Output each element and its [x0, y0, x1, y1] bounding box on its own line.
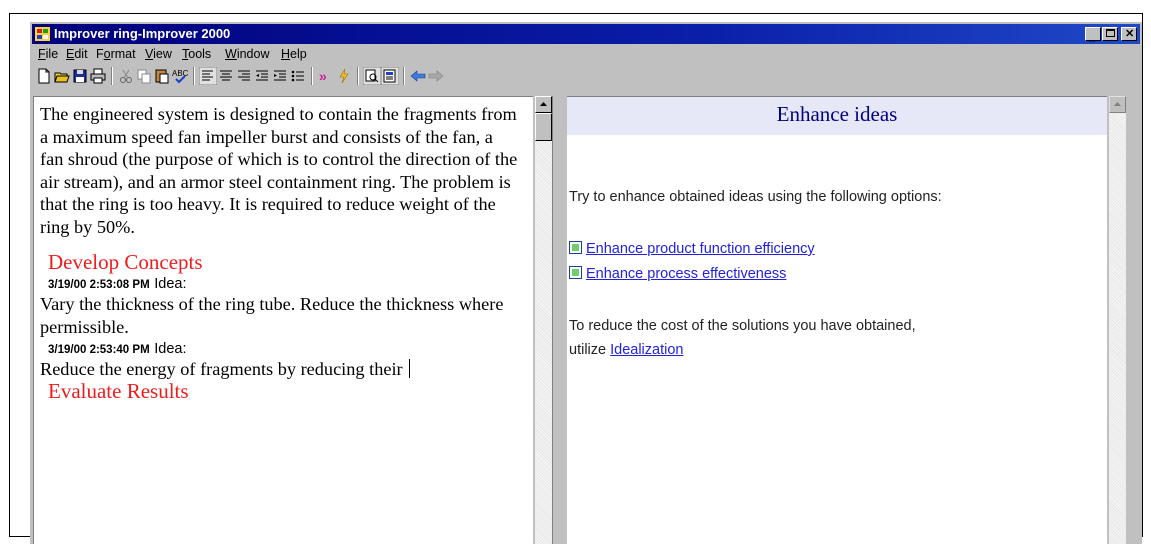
app-window: Improver ring-Improver 2000 _ ✕ File Edi… [30, 22, 1142, 544]
option-item[interactable]: Enhance process effectiveness [569, 266, 786, 282]
align-right-icon[interactable] [235, 67, 253, 85]
align-center-icon[interactable] [217, 67, 235, 85]
toolbar-separator [311, 67, 313, 85]
bullet-list-icon[interactable] [289, 67, 307, 85]
menu-help[interactable]: Help [281, 45, 307, 63]
maximize-icon [1106, 29, 1115, 37]
print-icon[interactable] [89, 67, 107, 85]
idea-label: Idea: [154, 276, 187, 293]
decrease-indent-icon[interactable] [253, 67, 271, 85]
back-arrow-icon[interactable] [409, 67, 427, 85]
maximize-button[interactable] [1102, 27, 1118, 41]
app-icon [35, 27, 50, 41]
editor-scrollbar[interactable] [535, 96, 552, 544]
find-icon[interactable] [363, 67, 381, 85]
idea-timestamp: 3/19/00 2:53:40 PM [48, 344, 150, 357]
scroll-up-button[interactable] [535, 96, 552, 113]
svg-text:»: » [319, 68, 327, 84]
problem-statement: The engineered system is designed to con… [40, 104, 518, 237]
save-icon[interactable] [71, 67, 89, 85]
open-folder-icon[interactable] [53, 67, 71, 85]
menu-bar: File Edit Format View Tools Window Help [32, 45, 1140, 63]
paste-icon[interactable] [153, 67, 171, 85]
develop-concepts-heading: Develop Concepts [48, 249, 203, 274]
idea-timestamp: 3/19/00 2:53:08 PM [48, 279, 150, 292]
menu-file[interactable]: File [38, 45, 58, 63]
green-bullet-icon [569, 266, 582, 279]
panel-title: Enhance ideas [776, 102, 898, 126]
option-item[interactable]: Enhance product function efficiency [569, 241, 815, 257]
toolbar-separator [403, 67, 405, 85]
evaluate-results-heading: Evaluate Results [48, 378, 189, 403]
text-cursor [408, 359, 410, 379]
idea-text: Vary the thickness of the ring tube. Red… [40, 294, 504, 337]
new-document-icon[interactable] [35, 67, 53, 85]
menu-format[interactable]: Format [96, 45, 136, 63]
cut-icon[interactable] [117, 67, 135, 85]
idea-text: Reduce the energy of fragments by reduci… [40, 359, 403, 380]
cost-text: To reduce the cost of the solutions you … [569, 318, 916, 334]
close-button[interactable]: ✕ [1121, 27, 1137, 41]
cost-text-prefix: utilize [569, 342, 607, 358]
menu-view[interactable]: View [145, 45, 172, 63]
svg-text:ABC: ABC [172, 69, 189, 78]
option-link[interactable]: Enhance product function efficiency [586, 241, 815, 257]
green-bullet-icon [569, 241, 582, 254]
toolbar-separator [357, 67, 359, 85]
next-step-icon[interactable]: » [317, 67, 335, 85]
wizard-icon[interactable] [335, 67, 353, 85]
menu-window[interactable]: Window [225, 45, 269, 63]
toolbar: ABC » [32, 64, 1140, 88]
option-link[interactable]: Enhance process effectiveness [586, 266, 786, 282]
panel-header: Enhance ideas [567, 97, 1107, 135]
scroll-thumb[interactable] [535, 113, 552, 141]
up-arrow-icon [540, 102, 547, 106]
title-bar[interactable]: Improver ring-Improver 2000 _ ✕ [32, 24, 1140, 44]
minimize-button[interactable]: _ [1085, 27, 1101, 43]
panel-intro: Try to enhance obtained ideas using the … [569, 189, 942, 205]
window-title: Improver ring-Improver 2000 [54, 26, 231, 41]
spellcheck-icon[interactable]: ABC [171, 67, 189, 85]
report-icon[interactable] [381, 67, 399, 85]
panel-scrollbar[interactable] [1109, 96, 1126, 544]
toolbar-separator [193, 67, 195, 85]
problem-editor[interactable]: The engineered system is designed to con… [33, 96, 533, 544]
close-icon: ✕ [1125, 28, 1135, 40]
increase-indent-icon[interactable] [271, 67, 289, 85]
menu-tools[interactable]: Tools [182, 45, 211, 63]
idea-label: Idea: [154, 341, 187, 358]
pane-splitter[interactable] [552, 96, 559, 544]
idealization-link[interactable]: Idealization [610, 342, 683, 358]
menu-edit[interactable]: Edit [66, 45, 88, 63]
toolbar-separator [111, 67, 113, 85]
guide-panel: Enhance ideas Try to enhance obtained id… [567, 96, 1107, 544]
up-arrow-icon [1114, 102, 1121, 106]
forward-arrow-icon[interactable] [427, 67, 445, 85]
copy-icon[interactable] [135, 67, 153, 85]
align-left-icon[interactable] [199, 67, 217, 85]
scroll-up-button[interactable] [1109, 96, 1126, 113]
minimize-icon: _ [1089, 31, 1096, 43]
